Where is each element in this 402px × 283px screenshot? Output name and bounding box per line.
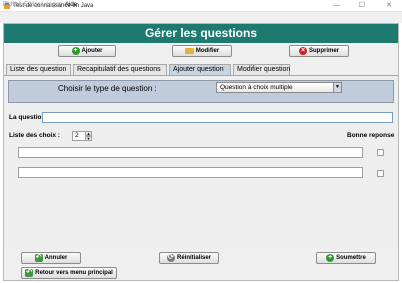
refresh-icon: ⟳ bbox=[166, 254, 175, 262]
menu-aide[interactable]: Aide bbox=[65, 0, 77, 11]
chevron-down-icon: ▼ bbox=[333, 83, 341, 92]
tab-recapitulatif[interactable]: Recapitulatif des questions bbox=[73, 64, 167, 75]
question-input[interactable] bbox=[42, 112, 393, 123]
choices-count-label: Liste des choix : bbox=[9, 132, 60, 139]
tab-modifier-question[interactable]: Modifier question bbox=[233, 64, 290, 75]
reset-button[interactable]: ⟳ Réinitialiser bbox=[159, 252, 219, 264]
plus-icon: + bbox=[326, 254, 335, 262]
maximize-button[interactable]: ☐ bbox=[351, 0, 373, 12]
correct-checkbox-1[interactable] bbox=[377, 149, 384, 156]
spinner-down-icon[interactable]: ▼ bbox=[85, 136, 92, 141]
submit-button[interactable]: + Soumettre bbox=[316, 252, 376, 264]
question-type-label: Choisir le type de question : bbox=[58, 84, 157, 93]
menu-fichier[interactable]: Fichier bbox=[3, 0, 21, 11]
tab-ajouter-question[interactable]: Ajouter question bbox=[169, 64, 231, 75]
cancel-button[interactable]: ↶ Annuler bbox=[21, 252, 81, 264]
edit-question-button[interactable]: Modifier bbox=[172, 45, 232, 57]
delete-icon: × bbox=[298, 47, 307, 55]
question-type-value: Question à choix multiple bbox=[220, 84, 293, 91]
page-title: Gérer les questions bbox=[4, 24, 398, 43]
choice-input-2[interactable] bbox=[18, 167, 363, 178]
menu-editor[interactable]: Editor bbox=[24, 0, 40, 11]
menu-bar bbox=[0, 12, 402, 23]
choice-input-1[interactable] bbox=[18, 147, 363, 158]
close-window-button[interactable]: ✕ bbox=[378, 0, 400, 12]
back-arrow-icon: ↶ bbox=[34, 254, 43, 262]
menu-langue[interactable]: Langue bbox=[42, 0, 62, 11]
delete-question-button[interactable]: × Supprimer bbox=[289, 45, 349, 57]
minimize-button[interactable]: — bbox=[326, 0, 348, 12]
question-type-select[interactable]: Question à choix multiple ▼ bbox=[216, 82, 342, 93]
correct-checkbox-2[interactable] bbox=[377, 170, 384, 177]
back-to-main-menu-button[interactable]: ↶ Retour vers menu principal bbox=[21, 267, 117, 279]
plus-icon: + bbox=[71, 47, 80, 55]
add-question-button[interactable]: + Ajouter bbox=[58, 45, 116, 57]
pencil-icon bbox=[184, 48, 194, 54]
tab-liste-questions[interactable]: Liste des question bbox=[6, 64, 71, 75]
back-arrow-icon: ↶ bbox=[25, 269, 34, 277]
correct-answer-label: Bonne reponse bbox=[347, 132, 395, 139]
